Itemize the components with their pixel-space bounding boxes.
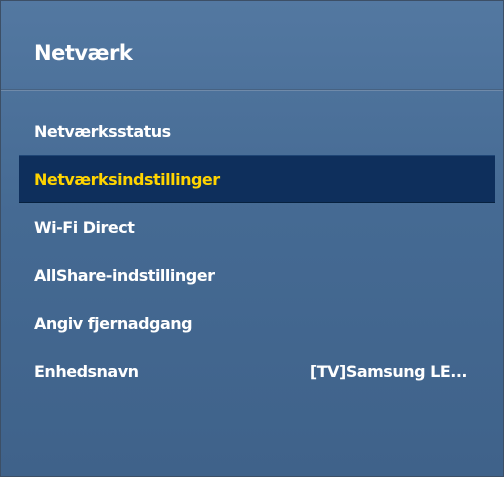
menu-item-wifi-direct[interactable]: Wi-Fi Direct — [19, 203, 495, 251]
menu-item-allshare-settings[interactable]: AllShare-indstillinger — [19, 251, 495, 299]
menu-item-label: Netværksstatus — [34, 121, 171, 141]
menu-item-label: Enhedsnavn — [34, 361, 139, 381]
menu-item-remote-access[interactable]: Angiv fjernadgang — [19, 299, 495, 347]
menu-item-label: Wi-Fi Direct — [34, 217, 135, 237]
menu-item-network-status[interactable]: Netværksstatus — [19, 107, 495, 155]
menu-item-label: Netværksindstillinger — [34, 169, 220, 189]
menu-title: Netværk — [34, 41, 133, 65]
network-menu-panel: Netværk Netværksstatus Netværksindstilli… — [0, 0, 504, 477]
menu-item-network-settings[interactable]: Netværksindstillinger — [19, 155, 495, 203]
menu-item-device-name[interactable]: Enhedsnavn [TV]Samsung LE... — [19, 347, 495, 395]
menu-item-label: Angiv fjernadgang — [34, 313, 193, 333]
device-name-value: [TV]Samsung LE... — [309, 361, 468, 381]
title-divider — [1, 89, 503, 91]
menu-item-label: AllShare-indstillinger — [34, 265, 215, 285]
menu-list: Netværksstatus Netværksindstillinger Wi-… — [19, 107, 495, 395]
